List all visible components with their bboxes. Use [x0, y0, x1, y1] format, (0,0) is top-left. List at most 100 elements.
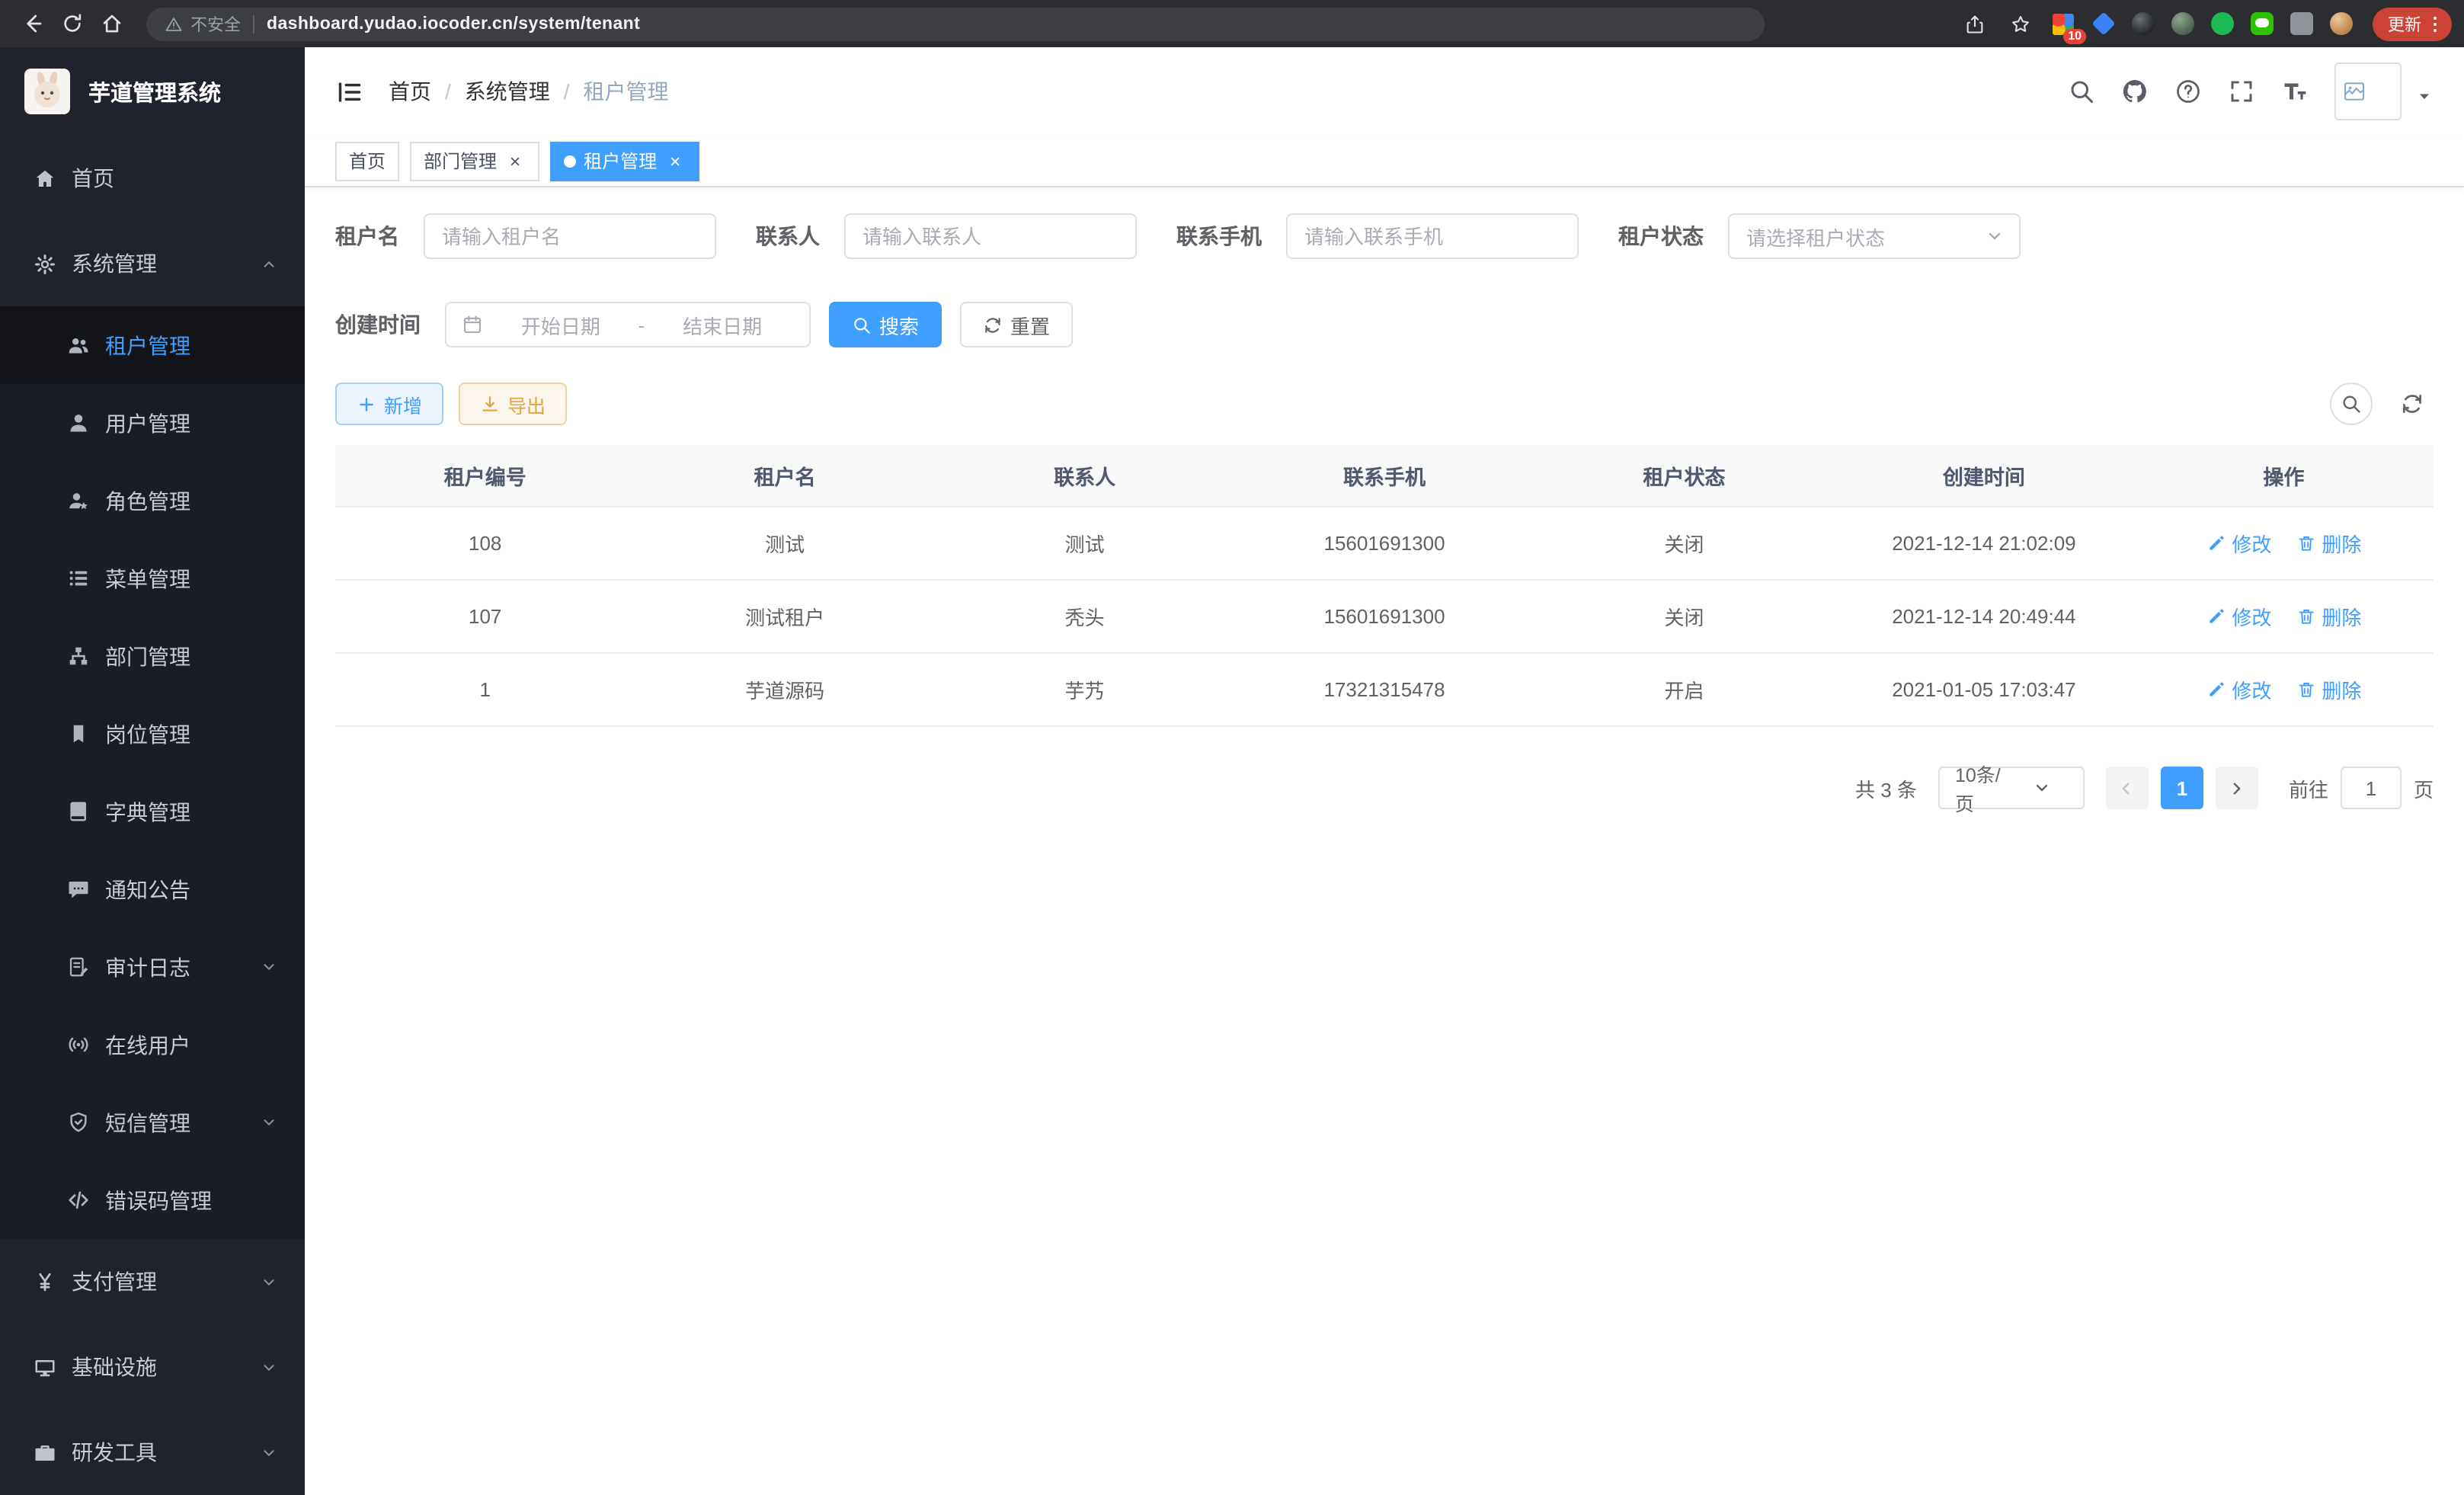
sidebar-item-gear[interactable]: 系统管理: [0, 221, 305, 306]
puzzle-icon: [2290, 12, 2312, 35]
search-button[interactable]: 搜索: [829, 302, 942, 347]
page-size-select[interactable]: 10条/页: [1938, 767, 2085, 809]
view-tab[interactable]: 首页: [335, 141, 399, 181]
sidebar-item-dict-book[interactable]: 字典管理: [0, 773, 305, 850]
navbar-actions: [2068, 62, 2434, 120]
status-select-placeholder: 请选择租户状态: [1746, 222, 1986, 251]
sidebar-item-audit-log[interactable]: 审计日志: [0, 928, 305, 1006]
pagination: 共 3 条 10条/页 1 前往 页: [335, 767, 2434, 809]
main-area: 首页/系统管理/租户管理 首页部门管理×租户管理× 租户名: [305, 47, 2464, 1495]
extensions-grid-icon[interactable]: 10: [2050, 10, 2077, 37]
extension-icon-5[interactable]: [2208, 10, 2235, 37]
page-number-1[interactable]: 1: [2161, 767, 2203, 809]
page-content: 租户名 联系人 联系手机 租户状态 请选择租户状态: [305, 187, 2464, 1495]
browser-update-button[interactable]: 更新: [2373, 7, 2452, 40]
sidebar-item-notice[interactable]: 通知公告: [0, 850, 305, 928]
fullscreen-icon[interactable]: [2228, 78, 2255, 105]
browser-back-button[interactable]: [12, 4, 52, 43]
share-button[interactable]: [1958, 7, 1992, 40]
browser-reload-button[interactable]: [52, 4, 91, 43]
sidebar-item-error-code[interactable]: 错误码管理: [0, 1161, 305, 1239]
goto-page: 前往 页: [2289, 767, 2434, 809]
tenant-name-input[interactable]: [424, 213, 716, 259]
sidebar-item-menu-list[interactable]: 菜单管理: [0, 539, 305, 617]
refresh-icon: [983, 315, 1003, 335]
prev-page-button[interactable]: [2106, 767, 2149, 809]
sidebar-item-role[interactable]: 角色管理: [0, 462, 305, 539]
column-header: 操作: [2134, 445, 2434, 507]
browser-actions: 10 更新: [1783, 7, 2452, 40]
goto-page-input[interactable]: [2341, 767, 2402, 809]
sidebar-item-online-signal[interactable]: 在线用户: [0, 1006, 305, 1084]
next-page-button[interactable]: [2216, 767, 2258, 809]
user-avatar[interactable]: [2334, 62, 2402, 120]
export-button[interactable]: 导出: [459, 383, 567, 425]
extension-icon-3[interactable]: [2129, 10, 2156, 37]
cell-phone: 15601691300: [1234, 532, 1534, 555]
update-label: 更新: [2388, 11, 2421, 36]
date-range-picker[interactable]: 开始日期 - 结束日期: [445, 302, 811, 347]
cell-actions: 修改删除: [2134, 529, 2434, 558]
chevron-down-icon: [261, 1114, 277, 1131]
browser-home-button[interactable]: [91, 4, 131, 43]
browser-toolbar: 不安全 dashboard.yudao.iocoder.cn/system/te…: [0, 0, 2464, 47]
collapse-menu-icon[interactable]: [335, 77, 364, 106]
sidebar-item-sms-shield[interactable]: 短信管理: [0, 1084, 305, 1161]
sidebar-item-post-badge[interactable]: 岗位管理: [0, 695, 305, 773]
view-tab[interactable]: 部门管理×: [410, 141, 539, 181]
status-label: 租户状态: [1618, 221, 1704, 251]
edit-link[interactable]: 修改: [2206, 675, 2271, 704]
edit-link[interactable]: 修改: [2206, 602, 2271, 631]
notice-icon: [67, 878, 90, 901]
chevron-left-icon: [2119, 780, 2136, 796]
sidebar-item-tenant[interactable]: 租户管理: [0, 306, 305, 384]
reset-button[interactable]: 重置: [960, 302, 1073, 347]
chevron-down-icon: [261, 1273, 277, 1290]
extension-icon-2[interactable]: [2089, 10, 2117, 37]
sidebar-item-dept-tree[interactable]: 部门管理: [0, 617, 305, 695]
cell-created: 2021-01-05 17:03:47: [1834, 678, 2133, 701]
search-icon[interactable]: [2068, 78, 2095, 105]
profile-avatar[interactable]: [2327, 10, 2354, 37]
sidebar-item-label: 租户管理: [105, 330, 277, 360]
edit-link[interactable]: 修改: [2206, 529, 2271, 558]
tab-close-icon[interactable]: ×: [664, 150, 686, 171]
help-icon[interactable]: [2174, 78, 2202, 105]
bookmark-button[interactable]: [2004, 7, 2037, 40]
table-row: 1芋道源码芋艿17321315478开启2021-01-05 17:03:47修…: [335, 654, 2434, 727]
delete-link[interactable]: 删除: [2296, 675, 2361, 704]
filter-contact: 联系人: [756, 213, 1137, 259]
delete-link[interactable]: 删除: [2296, 529, 2361, 558]
edit-label: 修改: [2232, 675, 2271, 704]
app-logo[interactable]: 芋道管理系统: [0, 47, 305, 136]
filter-status: 租户状态 请选择租户状态: [1618, 213, 2021, 259]
add-button[interactable]: 新增: [335, 383, 443, 425]
phone-input[interactable]: [1286, 213, 1579, 259]
address-bar[interactable]: 不安全 dashboard.yudao.iocoder.cn/system/te…: [146, 7, 1765, 40]
table-toolbar: 新增 导出: [335, 383, 2434, 425]
sidebar-item-label: 角色管理: [105, 485, 277, 516]
sidebar-item-user[interactable]: 用户管理: [0, 384, 305, 462]
delete-link[interactable]: 删除: [2296, 602, 2361, 631]
extension-icon-4[interactable]: [2168, 10, 2196, 37]
contact-input[interactable]: [844, 213, 1137, 259]
github-icon[interactable]: [2121, 78, 2149, 105]
extension-icon-6[interactable]: [2248, 10, 2275, 37]
sidebar-item-home[interactable]: 首页: [0, 136, 305, 221]
role-icon: [67, 489, 90, 512]
font-size-icon[interactable]: [2281, 78, 2309, 105]
tab-close-icon[interactable]: ×: [504, 150, 526, 171]
breadcrumb-item[interactable]: 首页: [389, 76, 431, 107]
caret-down-icon[interactable]: [2415, 87, 2434, 105]
toggle-search-button[interactable]: [2330, 383, 2373, 425]
column-header: 租户状态: [1534, 445, 1834, 507]
sidebar-item-infra-monitor[interactable]: 基础设施: [0, 1324, 305, 1410]
back-icon: [21, 12, 43, 35]
refresh-table-button[interactable]: [2391, 383, 2434, 425]
sidebar-item-dev-tools[interactable]: 研发工具: [0, 1410, 305, 1495]
status-select[interactable]: 请选择租户状态: [1728, 213, 2021, 259]
sidebar-item-payment-yen[interactable]: 支付管理: [0, 1239, 305, 1324]
extension-icon-7[interactable]: [2287, 10, 2315, 37]
breadcrumb-item[interactable]: 系统管理: [465, 76, 550, 107]
view-tab[interactable]: 租户管理×: [550, 141, 699, 181]
